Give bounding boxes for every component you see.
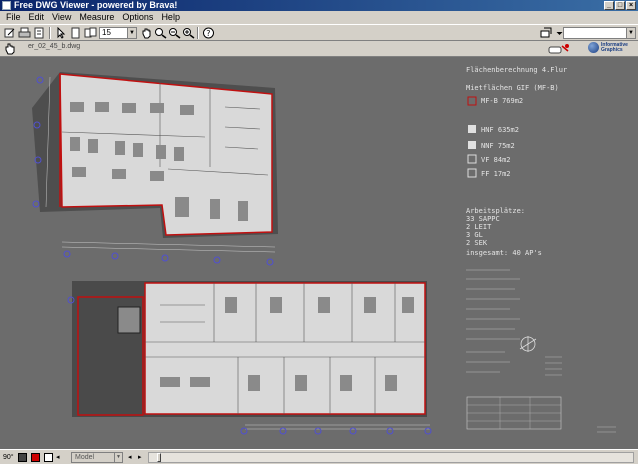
document-tab[interactable]: er_02_45_b.dwg	[28, 43, 80, 50]
legend-wp-row: 2 SEK	[466, 239, 488, 247]
menu-view[interactable]: View	[48, 11, 75, 24]
legend-swatches	[467, 96, 477, 178]
layer-color-icon[interactable]	[18, 453, 27, 462]
layout-select[interactable]: Model ▼	[71, 452, 123, 463]
pointer-icon[interactable]	[548, 43, 570, 55]
nav-prev-icon[interactable]: ◂	[128, 452, 132, 463]
title-bar[interactable]: Free DWG Viewer - powered by Brava! _ □ …	[0, 0, 638, 11]
background-color-icon[interactable]	[44, 453, 53, 462]
legend-nnf: NNF 75m2	[481, 142, 515, 150]
floor-plan-drawing	[32, 72, 616, 435]
document-bar: er_02_45_b.dwg Informative Graphics	[0, 41, 638, 57]
legend-wp-row: 3 GL	[466, 231, 483, 239]
menu-bar: File Edit View Measure Options Help	[0, 11, 638, 24]
select-arrow-icon[interactable]	[54, 26, 67, 39]
chevron-down-icon[interactable]: ▼	[626, 28, 635, 38]
layer-dropdown-icon[interactable]	[553, 27, 563, 39]
drawing-canvas[interactable]: Flächenberechnung 4.Flur Mietflächen GIF…	[0, 57, 638, 449]
toolbar: 15 ▼ ? ▼	[0, 24, 638, 41]
legend-mfb: MF-B 769m2	[481, 97, 524, 105]
upper-floor-plan	[32, 72, 278, 266]
menu-edit[interactable]: Edit	[25, 11, 49, 24]
chevron-down-icon[interactable]: ▼	[127, 28, 136, 38]
multi-page-icon[interactable]	[84, 27, 97, 39]
title-block	[466, 269, 616, 433]
scrollbar-thumb[interactable]	[157, 453, 161, 462]
window-title: Free DWG Viewer - powered by Brava!	[14, 0, 178, 10]
page-setup-icon[interactable]	[33, 27, 46, 39]
menu-help[interactable]: Help	[157, 11, 184, 24]
menu-measure[interactable]: Measure	[75, 11, 118, 24]
zoom-value: 15	[102, 28, 111, 37]
menu-options[interactable]: Options	[118, 11, 157, 24]
menu-file[interactable]: File	[2, 11, 25, 24]
edit-icon[interactable]	[3, 27, 16, 39]
layer-select[interactable]: ▼	[563, 27, 636, 39]
svg-text:?: ?	[206, 29, 210, 38]
nav-first-icon[interactable]: ◂	[56, 452, 60, 463]
legend-ff: FF 17m2	[481, 170, 511, 178]
zoom-select[interactable]: 15 ▼	[99, 27, 137, 39]
legend-title: Flächenberechnung 4.Flur	[466, 66, 568, 74]
legend-gif-heading: Mietflächen GIF (MF-B)	[466, 84, 559, 92]
markup-color-icon[interactable]	[31, 453, 40, 462]
app-window: Free DWG Viewer - powered by Brava! _ □ …	[0, 0, 638, 464]
horizontal-scrollbar[interactable]	[148, 452, 634, 463]
chevron-down-icon[interactable]: ▼	[114, 453, 122, 462]
legend-vf: VF 84m2	[481, 156, 511, 164]
pan-hand-icon[interactable]	[140, 27, 153, 39]
help-icon[interactable]: ?	[202, 27, 215, 39]
zoom-extents-icon[interactable]	[168, 27, 181, 39]
legend-wp-row: 2 LEIT	[466, 223, 492, 231]
brand-logo: Informative Graphics	[588, 42, 628, 53]
app-icon	[2, 1, 11, 10]
minimize-button[interactable]: _	[604, 1, 614, 10]
layer-icon[interactable]	[540, 27, 553, 39]
single-page-icon[interactable]	[69, 27, 82, 39]
legend-hnf: HNF 635m2	[481, 126, 519, 134]
print-icon[interactable]	[18, 27, 31, 39]
hand-tool-icon[interactable]	[4, 43, 16, 55]
maximize-button[interactable]: □	[615, 1, 625, 10]
status-bar: 90° ◂ Model ▼ ◂ ▸	[0, 449, 638, 464]
zoom-previous-icon[interactable]	[182, 27, 195, 39]
globe-icon	[588, 42, 599, 53]
legend-total: insgesamt: 40 AP's	[466, 249, 542, 257]
legend-wp-row: 33 SAPPC	[466, 215, 500, 223]
lower-floor-plan	[67, 281, 432, 435]
nav-next-icon[interactable]: ▸	[138, 452, 142, 463]
zoom-window-icon[interactable]	[154, 27, 167, 39]
legend-workplaces-heading: Arbeitsplätze:	[466, 207, 526, 215]
rotate-angle[interactable]: 90°	[3, 452, 14, 463]
close-button[interactable]: ×	[626, 1, 636, 10]
